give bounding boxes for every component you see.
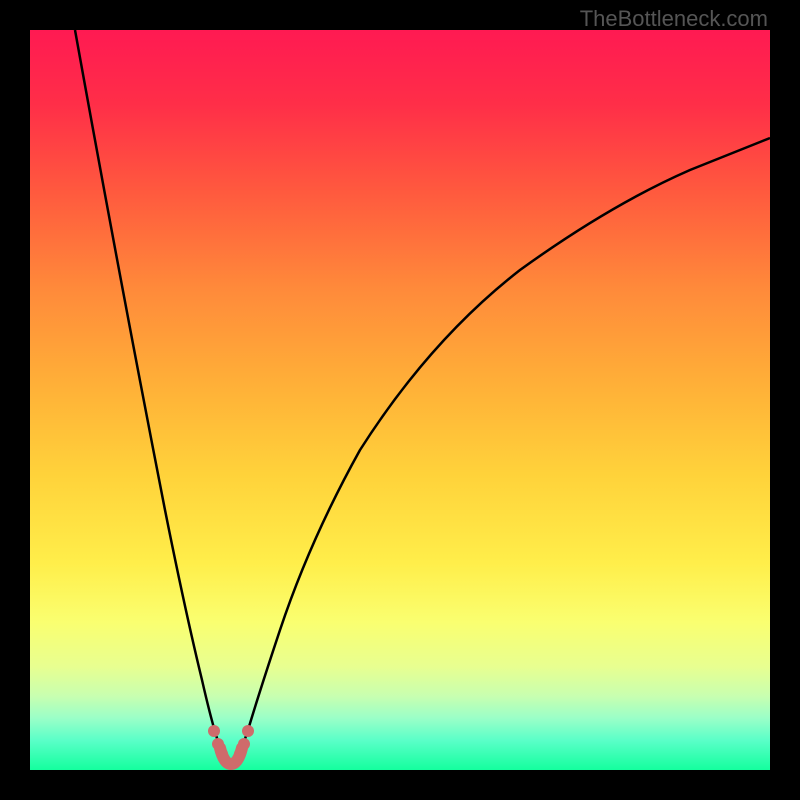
watermark-text: TheBottleneck.com [580,6,768,32]
chart-plot-area [30,30,770,770]
bottleneck-curve [30,30,770,770]
optimal-zone-marker [208,725,254,764]
